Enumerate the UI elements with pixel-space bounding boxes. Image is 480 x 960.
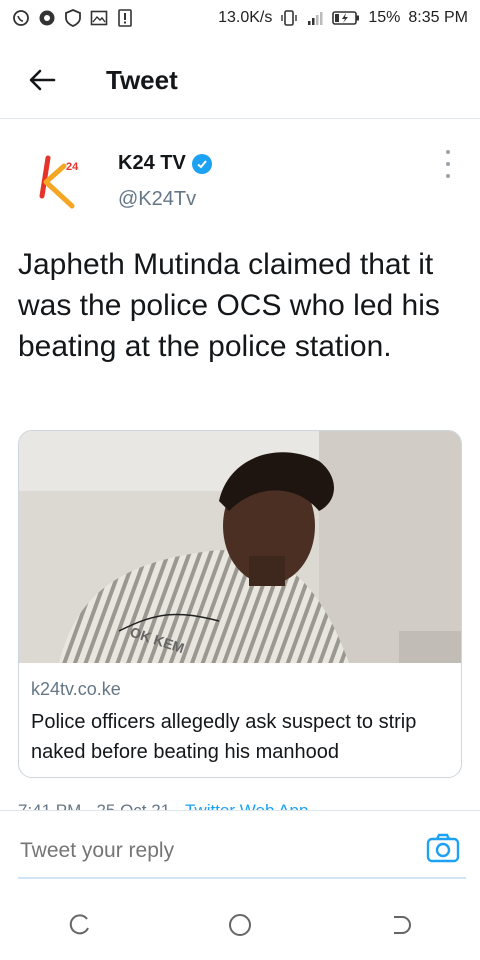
sim-alert-icon [116, 9, 134, 27]
card-domain: k24tv.co.ke [31, 679, 121, 699]
clock: 8:35 PM [408, 9, 468, 26]
article-image: OK KEM [19, 431, 461, 663]
author-name-row[interactable]: K24 TV [118, 152, 212, 175]
home-button[interactable] [222, 907, 258, 943]
camera-button[interactable] [426, 831, 460, 865]
system-indicators: 13.0K/s 15% 8:35 PM [218, 9, 468, 27]
home-icon [229, 914, 251, 936]
arrow-left-icon [29, 69, 56, 91]
app-header: Tweet [0, 44, 480, 116]
back-button[interactable] [26, 64, 58, 96]
signal-icon [306, 9, 324, 27]
reply-input[interactable] [18, 825, 466, 879]
recent-apps-button[interactable] [62, 907, 98, 943]
shield-icon [64, 9, 82, 27]
k24-logo-icon: 24 [39, 155, 79, 209]
card-title: Police officers allegedly ask suspect to… [31, 711, 417, 763]
vibrate-icon [280, 9, 298, 27]
svg-text:24: 24 [66, 161, 79, 173]
avatar[interactable]: 24 [32, 150, 94, 212]
image-icon [90, 9, 108, 27]
notification-icons [12, 9, 134, 27]
whatsapp-icon [12, 9, 30, 27]
status-bar: 13.0K/s 15% 8:35 PM [0, 0, 480, 36]
more-dot-icon [446, 150, 450, 154]
tweet-text: Japheth Mutinda claimed that it was the … [18, 248, 440, 363]
more-options-button[interactable] [438, 150, 458, 178]
network-speed: 13.0K/s [218, 9, 273, 26]
chrome-icon [38, 9, 56, 27]
camera-icon [426, 833, 460, 863]
battery-icon [332, 9, 360, 27]
system-nav-bar [0, 890, 480, 960]
verified-badge-icon [191, 153, 212, 174]
page-title: Tweet [106, 64, 178, 95]
battery-percent: 15% [368, 9, 401, 26]
back-nav-icon [394, 916, 411, 934]
more-dot-icon [446, 174, 450, 178]
recent-apps-icon [69, 914, 89, 935]
tweet-author: 24 K24 TV @K24Tv [0, 144, 480, 224]
author-name[interactable]: K24 TV [118, 152, 186, 175]
header-divider [0, 118, 480, 119]
reply-bar [0, 810, 480, 881]
more-dot-icon [446, 162, 450, 166]
author-handle[interactable]: @K24Tv [118, 188, 196, 211]
system-back-button[interactable] [382, 907, 418, 943]
link-card[interactable]: OK KEM k24tv.co.ke Police officers alleg… [18, 430, 462, 778]
